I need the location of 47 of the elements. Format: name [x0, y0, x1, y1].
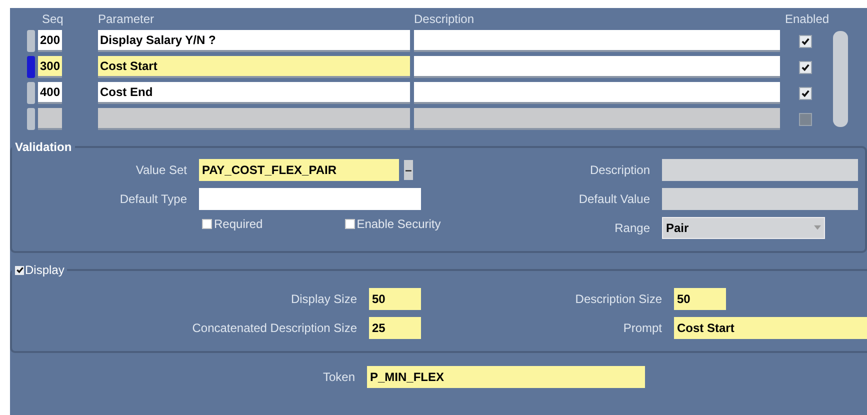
checkbox-label: Display [25, 263, 64, 277]
description-size-field[interactable]: 50 [674, 288, 726, 310]
checkbox[interactable]: Required [202, 217, 263, 231]
display-checkbox[interactable]: Display [15, 263, 64, 277]
parameter-field[interactable]: Cost Start [98, 56, 410, 78]
parameter-field[interactable] [98, 108, 410, 130]
scrollbar[interactable] [833, 31, 848, 127]
group-title: Validation [14, 140, 73, 154]
column-header: Parameter [98, 12, 156, 26]
column-header: Description [414, 12, 476, 26]
column-header: Seq [42, 12, 64, 26]
display-size-field[interactable]: 50 [369, 288, 421, 310]
description-field[interactable] [414, 30, 780, 52]
value-set-field[interactable]: PAY_COST_FLEX_PAIR [199, 158, 399, 180]
field-label: Value Set [134, 162, 188, 176]
description-field[interactable] [414, 108, 780, 130]
description-field[interactable] [414, 56, 780, 78]
field-label: Description Size [574, 292, 663, 306]
checkbox-label: Required [214, 217, 263, 231]
seq-field[interactable]: 300 [38, 56, 62, 78]
field-label: Range [614, 220, 651, 234]
parameter-field[interactable]: Cost End [98, 82, 410, 104]
default-value-field[interactable] [662, 188, 858, 210]
prompt-field[interactable]: Cost Start [674, 316, 867, 338]
range-dropdown[interactable]: Pair [662, 216, 825, 238]
checkbox-box[interactable] [15, 266, 24, 274]
field-label: Display Size [290, 292, 358, 306]
seq-field[interactable]: 400 [38, 82, 62, 104]
field-label: Prompt [622, 320, 663, 334]
enabled-checkbox[interactable] [798, 86, 812, 100]
enabled-checkbox[interactable] [798, 60, 812, 74]
enabled-checkbox[interactable] [798, 34, 812, 48]
caret-icon [814, 225, 821, 230]
description-field[interactable] [662, 158, 858, 180]
concatenated-size-field[interactable]: 25 [369, 316, 421, 338]
column-header: Enabled [785, 12, 830, 26]
field-label: Default Type [118, 192, 188, 206]
field-label: Token [322, 370, 356, 384]
field-label: Concatenated Description Size [191, 320, 358, 334]
description-field[interactable] [414, 82, 780, 104]
list-of-values-button[interactable]: – [404, 160, 413, 180]
field-label: Description [588, 162, 651, 176]
token-field[interactable]: P_MIN_FLEX [367, 366, 645, 388]
parameter-field[interactable]: Display Salary Y/N ? [98, 30, 410, 52]
field-label: Default Value [578, 192, 651, 206]
seq-field[interactable]: 200 [38, 30, 62, 52]
default-type-field[interactable] [199, 188, 421, 210]
